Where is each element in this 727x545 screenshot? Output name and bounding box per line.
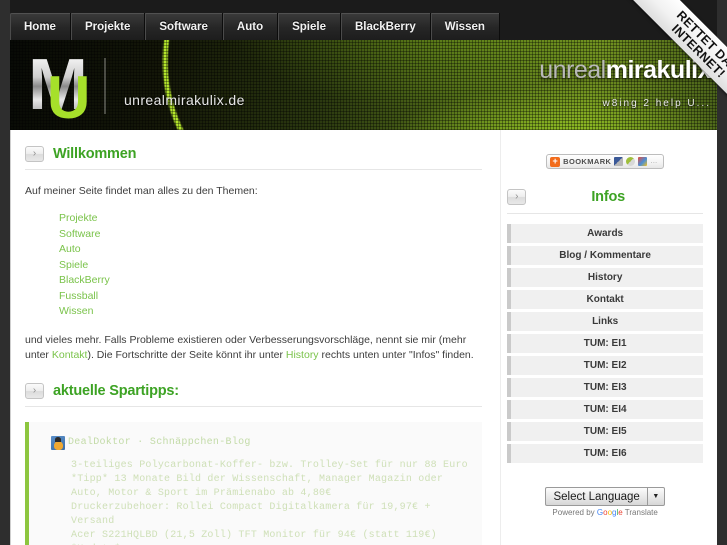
sidebar-item-tum-ei1[interactable]: TUM: EI1 — [507, 334, 703, 353]
google-icon[interactable] — [638, 157, 648, 166]
logo-divider — [104, 58, 106, 114]
spartipps-feed-box: DealDoktor · Schnäppchen-Blog 3-teiliges… — [25, 421, 483, 545]
site-logo[interactable]: M U unrealmirakulix.de — [28, 49, 245, 130]
google-translate-widget: Select Language ▼ Powered by Google Tran… — [507, 487, 703, 517]
list-item[interactable]: Druckerzubehoer: Rollei Compact Digitalk… — [71, 501, 472, 515]
logo-domain-text: unrealmirakulix.de — [124, 92, 245, 108]
list-item[interactable]: Versand — [71, 515, 472, 529]
list-item[interactable]: 3-teiliges Polycarbonat-Koffer- bzw. Tro… — [71, 459, 472, 473]
infos-menu: Awards Blog / Kommentare History Kontakt… — [507, 224, 703, 463]
sidebar-item-kontakt[interactable]: Kontakt — [507, 290, 703, 309]
sidebar-item-history[interactable]: History — [507, 268, 703, 287]
content-shell: › Willkommen Auf meiner Seite findet man… — [10, 130, 717, 545]
site-banner: M U unrealmirakulix.de unrealmirakulix w… — [10, 40, 717, 130]
logo-mark-icon: M U — [28, 49, 106, 130]
paragraph-part-b: ). Die Fortschritte der Seite könnt ihr … — [87, 348, 286, 361]
dealdoktor-avatar-icon — [51, 435, 65, 450]
chevron-right-icon[interactable]: › — [507, 189, 527, 205]
feed-header[interactable]: DealDoktor · Schnäppchen-Blog — [51, 435, 472, 450]
topic-list: Projekte Software Auto Spiele BlackBerry… — [25, 211, 482, 319]
sidebar-item-tum-ei6[interactable]: TUM: EI6 — [507, 444, 703, 463]
sidebar-item-tum-ei4[interactable]: TUM: EI4 — [507, 400, 703, 419]
sidebar-item-tum-ei2[interactable]: TUM: EI2 — [507, 356, 703, 375]
nav-item-home[interactable]: Home — [10, 13, 71, 40]
topic-link-projekte[interactable]: Projekte — [59, 212, 98, 224]
welcome-title: Willkommen — [53, 146, 137, 162]
topic-link-fussball[interactable]: Fussball — [59, 290, 98, 302]
topic-link-auto[interactable]: Auto — [59, 243, 81, 255]
list-item: Auto — [59, 242, 482, 257]
sidebar-item-tum-ei3[interactable]: TUM: EI3 — [507, 378, 703, 397]
powered-prefix: Powered by — [552, 508, 597, 517]
chevron-right-icon[interactable]: › — [25, 146, 44, 162]
main-content-column: › Willkommen Auf meiner Seite findet man… — [11, 130, 500, 545]
list-item: Projekte — [59, 211, 482, 226]
addthis-plus-icon: + — [550, 156, 561, 167]
sidebar-column: + BOOKMARK … › Infos Awards Blog / Komme… — [500, 130, 717, 545]
main-navigation: Home Projekte Software Auto Spiele Black… — [10, 13, 500, 40]
brand-title-thin: unreal — [539, 56, 606, 84]
topic-link-blackberry[interactable]: BlackBerry — [59, 274, 110, 286]
list-item: Spiele — [59, 258, 482, 273]
topic-link-wissen[interactable]: Wissen — [59, 305, 93, 317]
sidebar-item-tum-ei5[interactable]: TUM: EI5 — [507, 422, 703, 441]
infos-title: Infos — [591, 189, 625, 205]
list-item: Software — [59, 227, 482, 242]
banner-brand: unrealmirakulix w8ing 2 help U... — [539, 56, 711, 109]
list-item[interactable]: *Tipp* 13 Monate Bild der Wissenschaft, … — [71, 473, 472, 487]
infos-heading: › Infos — [507, 189, 703, 214]
sidebar-item-blog-kommentare[interactable]: Blog / Kommentare — [507, 246, 703, 265]
spartipps-heading: › aktuelle Spartipps: — [25, 382, 483, 407]
link-history[interactable]: History — [286, 349, 319, 361]
sidebar-item-links[interactable]: Links — [507, 312, 703, 331]
feed-item-list: 3-teiliges Polycarbonat-Koffer- bzw. Tro… — [51, 459, 472, 545]
nav-item-software[interactable]: Software — [145, 13, 223, 40]
list-item[interactable]: Acer S221HQLBD (21,5 Zoll) TFT Monitor f… — [71, 529, 472, 543]
list-item: Wissen — [59, 304, 482, 319]
welcome-heading: › Willkommen — [25, 146, 483, 170]
powered-by-google-translate: Powered by Google Translate — [552, 508, 657, 517]
nav-item-projekte[interactable]: Projekte — [70, 13, 146, 40]
bookmark-label: BOOKMARK — [563, 157, 612, 166]
language-select-value: Select Language — [553, 490, 640, 503]
list-item: BlackBerry — [59, 273, 482, 288]
chevron-down-icon: ▼ — [646, 488, 664, 505]
nav-item-auto[interactable]: Auto — [222, 13, 279, 40]
left-page-gutter — [0, 0, 10, 545]
brand-title: unrealmirakulix — [539, 56, 711, 84]
spartipps-title: aktuelle Spartipps: — [53, 382, 179, 399]
welcome-paragraph: und vieles mehr. Falls Probleme existier… — [25, 333, 482, 363]
link-kontakt[interactable]: Kontakt — [52, 349, 88, 361]
nav-item-spiele[interactable]: Spiele — [278, 13, 341, 40]
feed-source-title: DealDoktor · Schnäppchen-Blog — [68, 437, 251, 448]
brand-tagline: w8ing 2 help U... — [602, 98, 711, 109]
page-root: Home Projekte Software Auto Spiele Black… — [0, 0, 727, 545]
paragraph-part-c: rechts unten unter "Infos" finden. — [318, 348, 474, 361]
chevron-right-icon[interactable]: › — [25, 382, 44, 399]
language-select[interactable]: Select Language ▼ — [545, 487, 665, 506]
nav-item-wissen[interactable]: Wissen — [430, 13, 500, 40]
welcome-intro: Auf meiner Seite findet man alles zu den… — [25, 185, 258, 197]
logo-letter-u: U — [47, 64, 90, 130]
powered-suffix: Translate — [622, 508, 658, 517]
topic-link-software[interactable]: Software — [59, 228, 100, 240]
share-icon[interactable] — [626, 157, 636, 166]
facebook-icon[interactable] — [614, 157, 624, 166]
list-item: Fussball — [59, 289, 482, 304]
more-dots-icon[interactable]: … — [650, 158, 657, 165]
list-item[interactable]: Auto, Motor & Sport im Prämienabo ab 4,8… — [71, 487, 472, 501]
top-bar: Home Projekte Software Auto Spiele Black… — [0, 0, 727, 42]
topic-link-spiele[interactable]: Spiele — [59, 259, 88, 271]
sidebar-item-awards[interactable]: Awards — [507, 224, 703, 243]
bookmark-share-widget[interactable]: + BOOKMARK … — [546, 154, 665, 169]
nav-item-blackberry[interactable]: BlackBerry — [341, 13, 431, 40]
